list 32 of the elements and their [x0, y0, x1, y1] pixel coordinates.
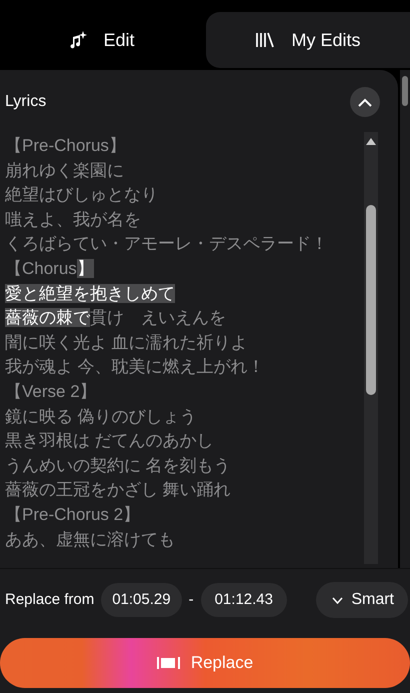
lyric-line: ああ、虚無に溶けても	[5, 528, 175, 550]
range-separator: -	[188, 590, 194, 610]
lyric-line: くろばらてい・アモーレ・デスペラード！	[5, 233, 328, 256]
lyric-line: 絶望はびしゅとなり	[5, 184, 158, 206]
lyric-line: 【Chorus】	[5, 258, 94, 280]
end-time-field[interactable]: 01:12.43	[200, 582, 287, 618]
lyric-line: 【Pre-Chorus】	[5, 135, 126, 157]
tab[interactable]: My Edits	[206, 12, 410, 68]
replace-label: Replace from	[5, 590, 94, 610]
lyric-line: 【Verse 2】	[5, 380, 97, 403]
collapse-button[interactable]	[350, 87, 380, 117]
mode-dropdown[interactable]: Smart	[316, 582, 408, 618]
library-icon	[255, 32, 276, 48]
lyric-line: 薔薇の棘で貫け えいえんを	[5, 307, 226, 330]
lyric-line: うんめいの契約に 名を刻もう	[5, 454, 231, 477]
lyrics-title: Lyrics	[5, 92, 46, 112]
lyric-line: 【Pre-Chorus 2】	[5, 504, 140, 526]
replace-icon	[156, 656, 181, 670]
chevron-up-icon	[358, 98, 372, 106]
lyric-line: 闇に咲く光よ 血に濡れた祈りよ	[5, 332, 248, 354]
lyric-line: 嗤えよ、我が名を	[5, 208, 141, 231]
music-sparkle-icon	[69, 31, 88, 49]
scrollbar[interactable]	[364, 132, 378, 564]
lyric-line: 我が魂よ 今、耽美に燃え上がれ！	[5, 356, 265, 378]
lyric-line: 薔薇の王冠をかざし 舞い踊れ	[5, 479, 231, 502]
chevron-down-icon	[332, 596, 344, 604]
lyric-line: 鏡に映る 偽りのびしょう	[5, 406, 197, 428]
lyric-line: 黒き羽根は だてんのあかし	[5, 430, 214, 452]
start-time-field[interactable]: 01:05.29	[101, 582, 182, 618]
scroll-up-icon	[366, 138, 376, 145]
lyric-line: 崩れゆく楽園に	[5, 160, 124, 182]
page-scrollbar[interactable]	[400, 70, 410, 568]
